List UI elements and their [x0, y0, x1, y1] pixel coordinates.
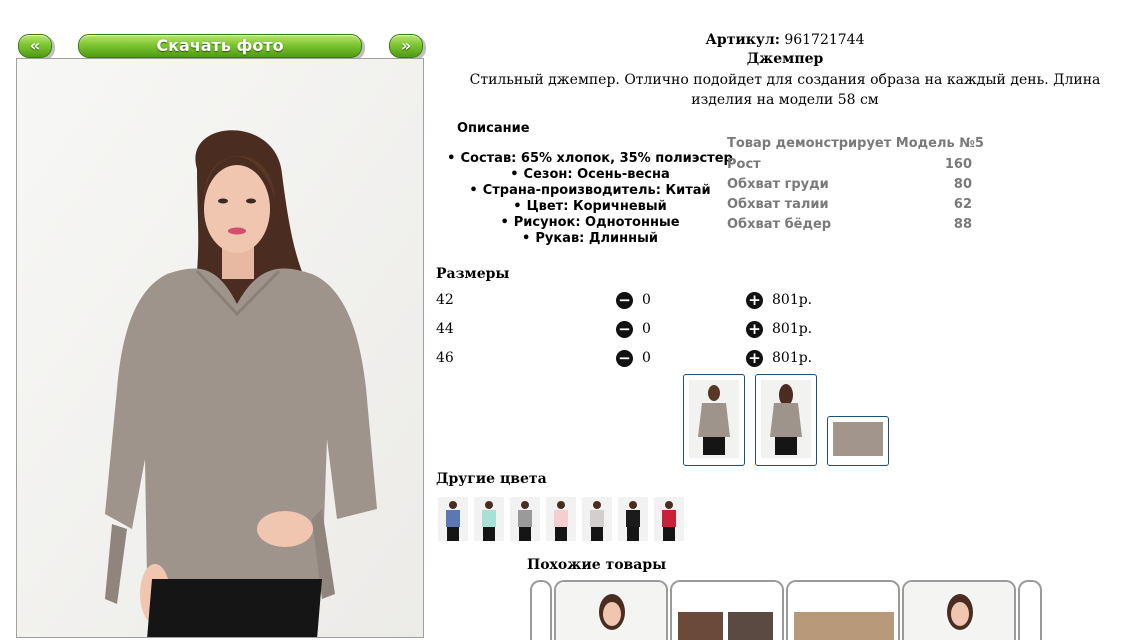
photo-thumbnail[interactable] — [827, 416, 889, 466]
product-description: Стильный джемпер. Отлично подойдет для с… — [469, 72, 1101, 108]
model-value: 88 — [953, 217, 972, 232]
similar-product-card[interactable] — [554, 580, 668, 640]
price-value: 801р. — [772, 350, 813, 366]
color-variant-grey[interactable] — [510, 497, 540, 541]
prev-photo-button[interactable]: « — [18, 34, 52, 58]
detail-item: Страна-производитель: Китай — [442, 183, 738, 199]
model-value: 80 — [953, 177, 972, 192]
model-row: Обхват талии 62 — [727, 196, 972, 216]
color-variant-black[interactable] — [618, 497, 648, 541]
similar-product-image — [556, 582, 666, 640]
color-variant-blue[interactable] — [438, 497, 468, 541]
product-title: Джемпер — [746, 51, 824, 67]
color-variant-mint[interactable] — [474, 497, 504, 541]
plus-icon[interactable]: + — [746, 350, 763, 367]
color-variant-image — [618, 497, 648, 541]
similar-product-card[interactable] — [670, 580, 784, 640]
photo-thumbnail[interactable] — [755, 374, 817, 466]
minus-icon[interactable]: − — [616, 292, 633, 309]
main-product-photo[interactable] — [16, 58, 424, 638]
similar-product-image — [904, 582, 1014, 640]
size-label: 44 — [436, 321, 454, 337]
color-variant-light-grey[interactable] — [582, 497, 612, 541]
plus-icon[interactable]: + — [746, 292, 763, 309]
quantity-value: 0 — [642, 292, 651, 308]
sizes-heading: Размеры — [436, 266, 510, 282]
model-value: 62 — [953, 197, 972, 212]
model-label: Обхват груди — [727, 177, 829, 192]
thumbnail-image — [761, 380, 811, 458]
similar-product-card[interactable] — [902, 580, 1016, 640]
photo-thumbnail[interactable] — [683, 374, 745, 466]
color-variant-image — [654, 497, 684, 541]
details-heading: Описание — [457, 121, 530, 136]
model-label: Рост — [727, 157, 761, 172]
color-variant-image — [474, 497, 504, 541]
similar-products-heading: Похожие товары — [527, 557, 667, 573]
detail-item: Рукав: Длинный — [442, 231, 738, 247]
article-label: Артикул: — [705, 32, 780, 48]
size-label: 46 — [436, 350, 454, 366]
quantity-value: 0 — [642, 350, 651, 366]
detail-item: Состав: 65% хлопок, 35% полиэстер — [442, 151, 738, 167]
plus-icon[interactable]: + — [746, 321, 763, 338]
color-variant-red[interactable] — [654, 497, 684, 541]
model-heading: Товар демонстрирует Модель №5 — [727, 136, 984, 151]
color-variant-pink[interactable] — [546, 497, 576, 541]
model-label: Обхват талии — [727, 197, 829, 212]
price-value: 801р. — [772, 321, 813, 337]
model-label: Обхват бёдер — [727, 217, 832, 232]
carousel-next-card[interactable] — [1018, 580, 1042, 640]
other-colors-heading: Другие цвета — [436, 471, 547, 487]
model-illustration — [17, 59, 423, 637]
price-value: 801р. — [772, 292, 813, 308]
color-variant-image — [438, 497, 468, 541]
minus-icon[interactable]: − — [616, 321, 633, 338]
model-table: Рост 160 Обхват груди 80 Обхват талии 62 Об… — [727, 156, 972, 236]
size-row: 46 − 0 + 801р. — [436, 349, 836, 371]
download-photo-button[interactable]: Скачать фото — [78, 34, 362, 58]
size-row: 42 − 0 + 801р. — [436, 291, 836, 313]
similar-product-image — [788, 582, 898, 640]
next-photo-button[interactable]: » — [389, 34, 423, 58]
article-line: Артикул: 961721744 — [440, 30, 1130, 50]
detail-item: Цвет: Коричневый — [442, 199, 738, 215]
detail-item: Сезон: Осень-весна — [442, 167, 738, 183]
similar-product-card[interactable] — [786, 580, 900, 640]
model-row: Рост 160 — [727, 156, 972, 176]
model-row: Обхват бёдер 88 — [727, 216, 972, 236]
model-value: 160 — [944, 157, 972, 172]
detail-item: Рисунок: Однотонные — [442, 215, 738, 231]
fabric-thumbnail-image — [833, 422, 883, 456]
color-variant-image — [546, 497, 576, 541]
size-label: 42 — [436, 292, 454, 308]
model-measurements: Товар демонстрирует Модель №5 Рост 160 Об… — [727, 136, 984, 236]
thumbnail-image — [689, 380, 739, 458]
model-row: Обхват груди 80 — [727, 176, 972, 196]
minus-icon[interactable]: − — [616, 350, 633, 367]
size-row: 44 − 0 + 801р. — [436, 320, 836, 342]
color-variant-image — [510, 497, 540, 541]
color-variant-image — [582, 497, 612, 541]
quantity-value: 0 — [642, 321, 651, 337]
similar-product-image — [672, 582, 782, 640]
article-value: 961721744 — [784, 32, 865, 48]
details-list: Состав: 65% хлопок, 35% полиэстер Сезон:… — [442, 151, 738, 247]
carousel-prev-card[interactable] — [530, 580, 552, 640]
